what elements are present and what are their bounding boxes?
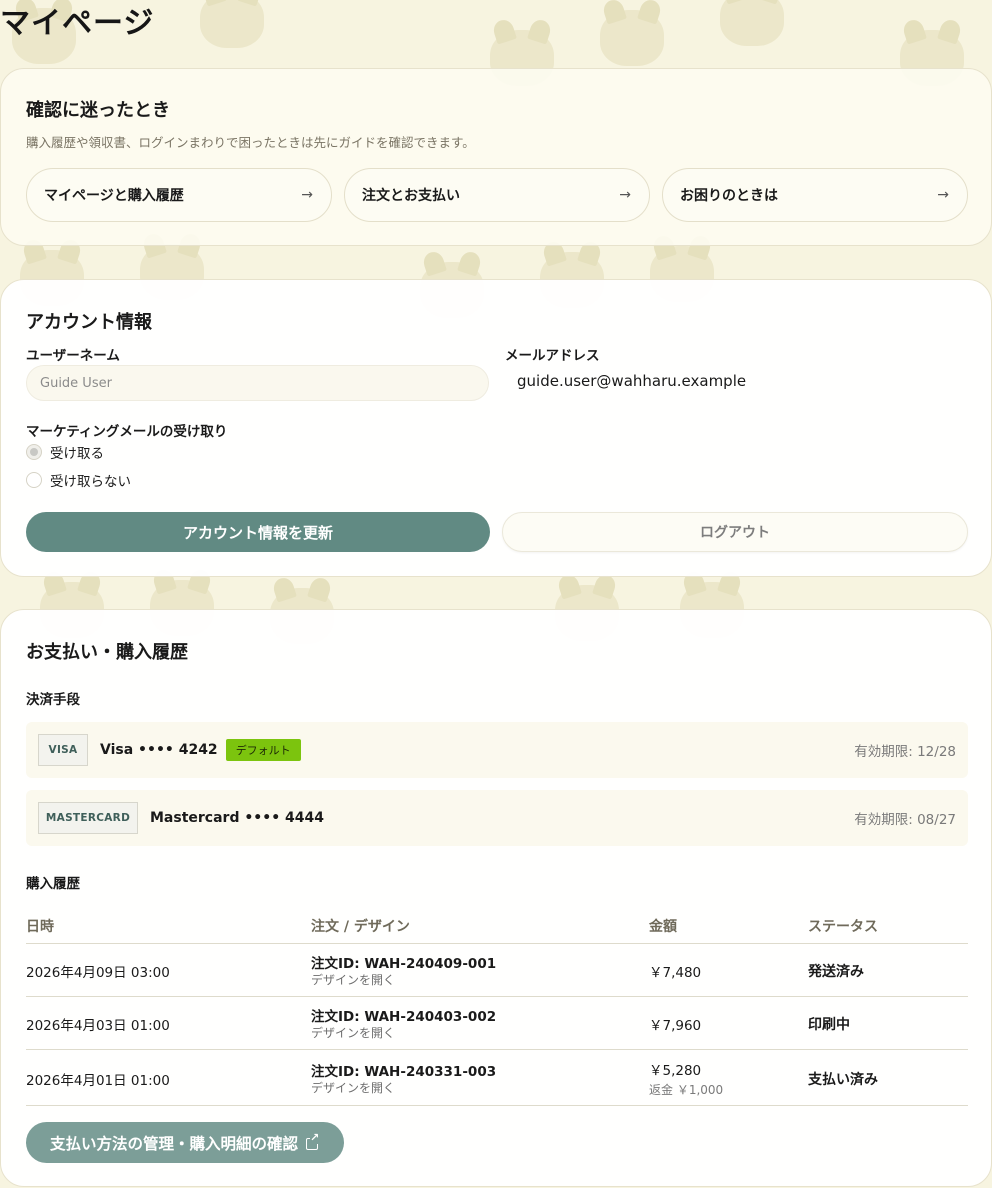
guide-link-orders-payment[interactable]: 注文とお支払い →: [344, 168, 650, 222]
order-date: 2026年4月01日 01:00: [26, 1073, 170, 1089]
guide-link-label: マイページと購入履歴: [44, 188, 184, 204]
payment-method-row[interactable]: MASTERCARD Mastercard •••• 4444 有効期限: 08…: [26, 790, 968, 846]
purchase-history-label: 購入履歴: [26, 876, 80, 892]
open-design-link[interactable]: デザインを開く: [311, 1024, 395, 1041]
table-row: 2026年4月03日 01:00 注文ID: WAH-240403-002 デザ…: [26, 997, 968, 1050]
arrow-right-icon: →: [301, 187, 313, 203]
order-amount: ￥7,960: [649, 1018, 702, 1034]
logout-button[interactable]: ログアウト: [502, 512, 968, 552]
payment-methods-label: 決済手段: [26, 692, 80, 708]
username-input[interactable]: [26, 365, 489, 401]
payment-method-name: Visa •••• 4242: [100, 742, 218, 758]
arrow-right-icon: →: [619, 187, 631, 203]
column-header-status: ステータス: [808, 919, 878, 935]
guide-title: 確認に迷ったとき: [26, 100, 170, 121]
payments-title: お支払い・購入履歴: [26, 642, 188, 663]
guide-link-help[interactable]: お困りのときは →: [662, 168, 968, 222]
mastercard-brand-icon: MASTERCARD: [38, 802, 138, 834]
order-status: 印刷中: [808, 1017, 850, 1033]
order-status: 発送済み: [808, 964, 864, 980]
marketing-label: マーケティングメールの受け取り: [26, 424, 228, 440]
order-date: 2026年4月03日 01:00: [26, 1018, 170, 1034]
open-design-link[interactable]: デザインを開く: [311, 971, 395, 988]
radio-label: 受け取らない: [50, 474, 131, 490]
marketing-option-decline[interactable]: 受け取らない: [26, 470, 131, 490]
account-card: アカウント情報 ユーザーネーム メールアドレス guide.user@wahha…: [0, 279, 992, 577]
page-title: マイページ: [0, 6, 155, 41]
order-amount: ￥7,480: [649, 965, 702, 981]
order-status: 支払い済み: [808, 1072, 878, 1088]
guide-card: 確認に迷ったとき 購入履歴や領収書、ログインまわりで困ったときは先にガイドを確認…: [0, 68, 992, 246]
email-label: メールアドレス: [505, 348, 600, 364]
payment-method-row[interactable]: VISA Visa •••• 4242 デフォルト 有効期限: 12/28: [26, 722, 968, 778]
manage-payment-label: 支払い方法の管理・購入明細の確認: [50, 1134, 299, 1153]
email-value: guide.user@wahharu.example: [517, 372, 747, 390]
payment-method-expiry: 有効期限: 12/28: [854, 744, 956, 760]
visa-brand-icon: VISA: [38, 734, 88, 766]
payment-method-name: Mastercard •••• 4444: [150, 810, 324, 826]
column-header-amount: 金額: [649, 919, 677, 935]
order-refund: 返金 ￥1,000: [649, 1083, 724, 1097]
column-header-order: 注文 / デザイン: [311, 919, 410, 935]
payments-card: お支払い・購入履歴 決済手段 VISA Visa •••• 4242 デフォルト…: [0, 609, 992, 1187]
radio-label: 受け取る: [50, 446, 104, 462]
marketing-option-receive[interactable]: 受け取る: [26, 442, 104, 462]
guide-link-label: お困りのときは: [680, 188, 778, 204]
guide-description: 購入履歴や領収書、ログインまわりで困ったときは先にガイドを確認できます。: [26, 135, 475, 150]
guide-link-mypage-history[interactable]: マイページと購入履歴 →: [26, 168, 332, 222]
table-row: 2026年4月01日 01:00 注文ID: WAH-240331-003 デザ…: [26, 1050, 968, 1106]
default-badge: デフォルト: [225, 739, 301, 761]
manage-payment-button[interactable]: 支払い方法の管理・購入明細の確認: [26, 1122, 345, 1163]
radio-button-checked[interactable]: [26, 444, 42, 460]
order-date: 2026年4月09日 03:00: [26, 965, 170, 981]
arrow-right-icon: →: [937, 187, 949, 203]
order-amount: ￥5,280: [649, 1063, 702, 1079]
order-id: 注文ID: WAH-240409-001: [311, 956, 497, 972]
order-id: 注文ID: WAH-240403-002: [311, 1009, 497, 1025]
radio-button[interactable]: [26, 472, 42, 488]
external-link-icon: [306, 1131, 320, 1150]
account-title: アカウント情報: [26, 312, 152, 333]
guide-link-label: 注文とお支払い: [362, 188, 460, 204]
open-design-link[interactable]: デザインを開く: [311, 1079, 395, 1096]
payment-method-expiry: 有効期限: 08/27: [854, 812, 956, 828]
order-table-header: 日時 注文 / デザイン 金額 ステータス: [26, 912, 968, 944]
order-id: 注文ID: WAH-240331-003: [311, 1064, 497, 1080]
column-header-date: 日時: [26, 919, 54, 935]
username-label: ユーザーネーム: [26, 348, 120, 364]
update-account-button[interactable]: アカウント情報を更新: [26, 512, 490, 552]
table-row: 2026年4月09日 03:00 注文ID: WAH-240409-001 デザ…: [26, 944, 968, 997]
